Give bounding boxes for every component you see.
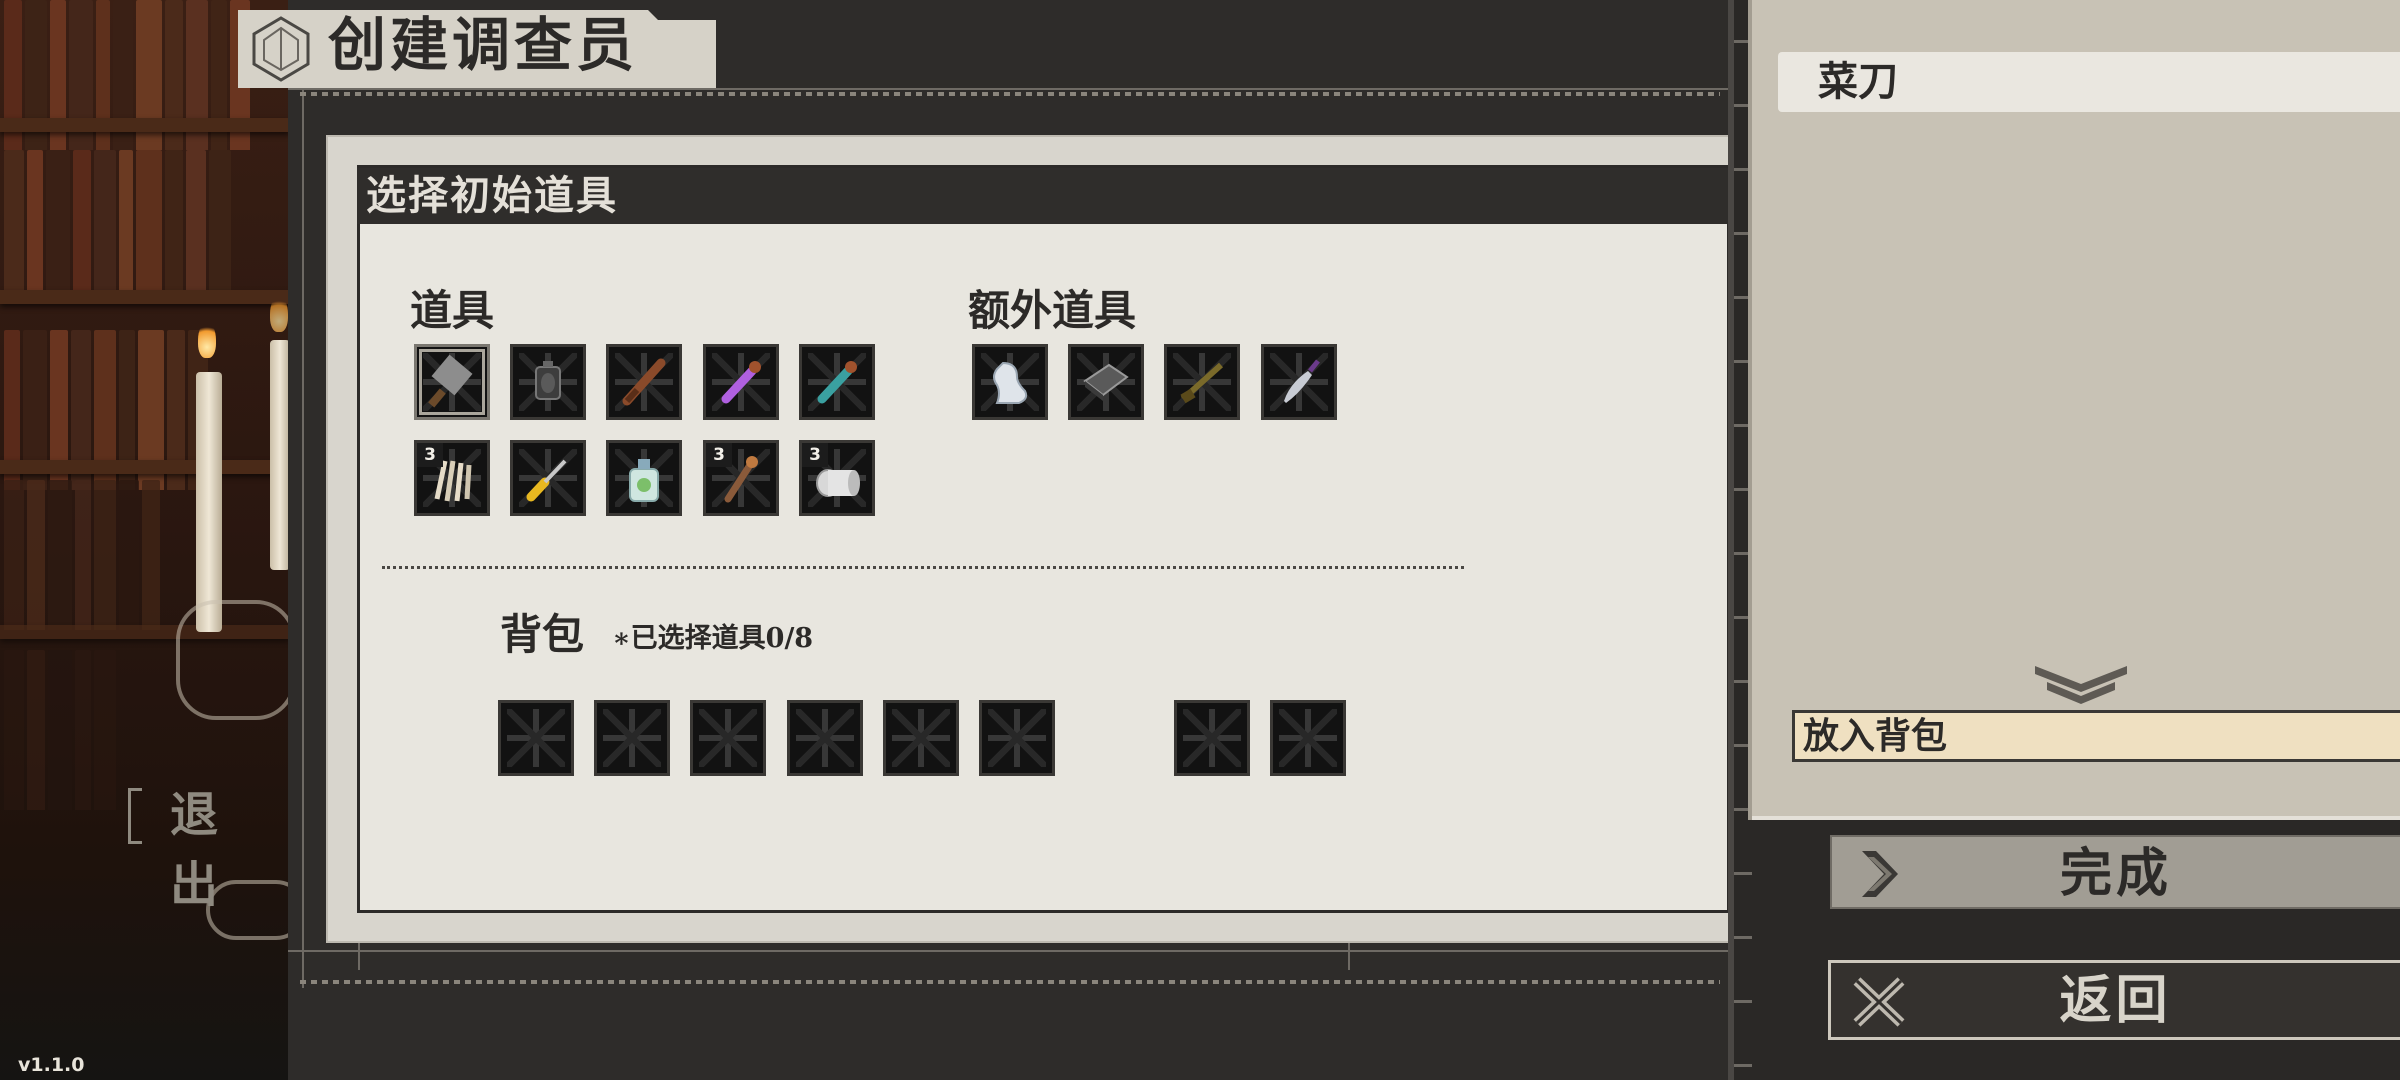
item-slot-purple-vial[interactable] (703, 344, 779, 420)
item-slot-screwdriver[interactable] (510, 440, 586, 516)
bag-slot[interactable] (498, 700, 574, 776)
oil-bottle-icon (629, 459, 659, 502)
quantity-badge: 3 (706, 443, 732, 467)
put-in-bag-button[interactable]: 放入背包 (1792, 710, 2400, 762)
selected-item-name: 菜刀 (1778, 52, 2400, 112)
cleaver-icon (428, 354, 473, 408)
item-selection-dialog (357, 165, 1730, 913)
item-slot-torch[interactable]: 3 (703, 440, 779, 516)
bag-slot[interactable] (787, 700, 863, 776)
item-slot-cleaver[interactable] (414, 344, 490, 420)
item-slot-lantern[interactable] (510, 344, 586, 420)
extra-item-slot-shotgun[interactable] (1164, 344, 1240, 420)
bag-slot[interactable] (883, 700, 959, 776)
purple-potion-vial-icon (721, 361, 761, 404)
item-slot-bandage[interactable]: 3 (799, 440, 875, 516)
bracket-decoration (128, 788, 142, 844)
library-background (0, 0, 290, 1080)
bag-label: 背包 (500, 610, 585, 659)
back-label: 返回 (2059, 970, 2172, 1031)
teal-potion-vial-icon (817, 361, 857, 404)
bag-count: ∗已选择道具0/8 (612, 623, 814, 654)
item-slot-candles[interactable]: 3 (414, 440, 490, 516)
extra-item-slot-book[interactable] (1068, 344, 1144, 420)
scroll-down-icon[interactable] (2035, 662, 2127, 706)
shotgun-icon (1180, 362, 1224, 404)
extra-item-slot-ghost[interactable] (972, 344, 1048, 420)
dashed-rule-bottom (300, 980, 1720, 984)
quantity-badge: 3 (802, 443, 828, 467)
extra-items-section-label: 额外道具 (968, 286, 1137, 335)
page-title: 创建调查员 (328, 11, 639, 79)
item-slot-oil-bottle[interactable] (606, 440, 682, 516)
wooden-club-icon (622, 358, 666, 406)
section-divider (382, 566, 1464, 569)
lantern-icon (535, 361, 561, 400)
extra-item-slot-knife[interactable] (1261, 344, 1337, 420)
item-slot-club[interactable] (606, 344, 682, 420)
version-label: v1.1.0 (18, 1054, 85, 1076)
bag-slot[interactable] (979, 700, 1055, 776)
dialog-title: 选择初始道具 (366, 172, 618, 219)
ghost-figure-icon (993, 361, 1028, 404)
back-button[interactable]: 返回 (1828, 960, 2400, 1040)
dashed-rule-top (300, 92, 1720, 96)
knife-icon (1284, 359, 1320, 403)
exit-label: 退出 (170, 787, 237, 913)
book-icon (1083, 363, 1129, 401)
bag-slot-extra[interactable] (1270, 700, 1346, 776)
items-section-label: 道具 (410, 286, 495, 335)
bag-slot[interactable] (690, 700, 766, 776)
exit-button[interactable]: 退出 (128, 780, 288, 913)
ruler-ticks (1734, 0, 1752, 1080)
elder-sign-icon (252, 16, 310, 82)
bag-slot[interactable] (594, 700, 670, 776)
quantity-badge: 3 (417, 443, 443, 467)
done-button[interactable]: 完成 (1830, 835, 2400, 909)
screwdriver-icon (526, 459, 567, 502)
item-slot-teal-vial[interactable] (799, 344, 875, 420)
done-label: 完成 (2059, 843, 2172, 904)
bag-slot-extra[interactable] (1174, 700, 1250, 776)
